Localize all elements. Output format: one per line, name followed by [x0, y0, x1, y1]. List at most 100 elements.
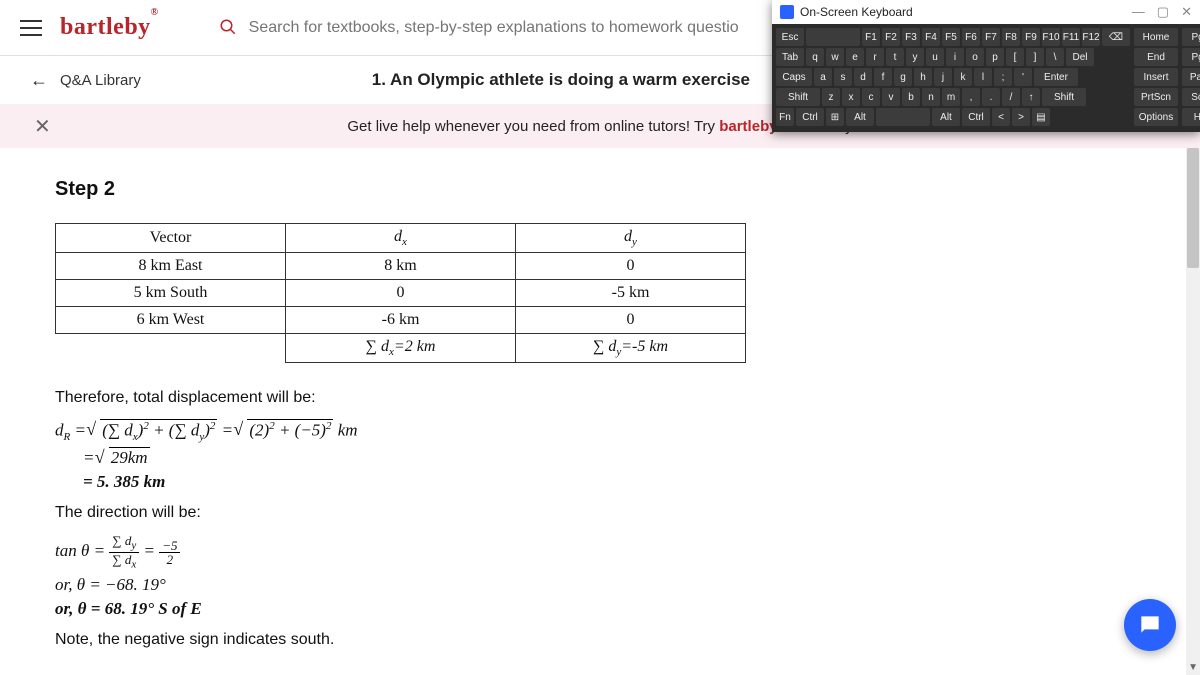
page-title: 1. An Olympic athlete is doing a warm ex…	[372, 70, 750, 90]
key->[interactable]: >	[1012, 108, 1030, 126]
key-f3[interactable]: F3	[902, 28, 920, 46]
key-help[interactable]: Help	[1182, 108, 1200, 126]
key-caps[interactable]: Caps	[776, 68, 812, 86]
key-\[interactable]: \	[1046, 48, 1064, 66]
key-b[interactable]: b	[902, 88, 920, 106]
key-shift[interactable]: Shift	[1042, 88, 1086, 106]
key-<[interactable]: <	[992, 108, 1010, 126]
key-alt[interactable]: Alt	[932, 108, 960, 126]
key-shift[interactable]: Shift	[776, 88, 820, 106]
key-'[interactable]: '	[1014, 68, 1032, 86]
table-cell: -6 km	[286, 307, 516, 334]
key-esc[interactable]: Esc	[776, 28, 804, 46]
key-pgdn[interactable]: PgDn	[1182, 48, 1200, 66]
key-,[interactable]: ,	[962, 88, 980, 106]
key-ctrl[interactable]: Ctrl	[796, 108, 824, 126]
key-ctrl[interactable]: Ctrl	[962, 108, 990, 126]
key-▤[interactable]: ▤	[1032, 108, 1050, 126]
key-home[interactable]: Home	[1134, 28, 1178, 46]
key-blank[interactable]	[876, 108, 930, 126]
maximize-button[interactable]: ▢	[1157, 4, 1169, 20]
key-j[interactable]: j	[934, 68, 952, 86]
table-head: dx	[286, 224, 516, 253]
key-f11[interactable]: F11	[1062, 28, 1080, 46]
key-f7[interactable]: F7	[982, 28, 1000, 46]
hamburger-menu[interactable]	[20, 20, 42, 36]
key-enter[interactable]: Enter	[1034, 68, 1078, 86]
key-c[interactable]: c	[862, 88, 880, 106]
key-f4[interactable]: F4	[922, 28, 940, 46]
key-w[interactable]: w	[826, 48, 844, 66]
key-f5[interactable]: F5	[942, 28, 960, 46]
key-a[interactable]: a	[814, 68, 832, 86]
key-prtscn[interactable]: PrtScn	[1134, 88, 1178, 106]
key-e[interactable]: e	[846, 48, 864, 66]
minimize-button[interactable]: —	[1132, 4, 1145, 20]
key-f10[interactable]: F10	[1042, 28, 1060, 46]
key-x[interactable]: x	[842, 88, 860, 106]
scroll-thumb[interactable]	[1187, 148, 1199, 268]
key-][interactable]: ]	[1026, 48, 1044, 66]
back-arrow-icon[interactable]: ←	[30, 70, 48, 91]
key-v[interactable]: v	[882, 88, 900, 106]
key-u[interactable]: u	[926, 48, 944, 66]
key-l[interactable]: l	[974, 68, 992, 86]
breadcrumb[interactable]: Q&A Library	[60, 72, 141, 89]
key-f2[interactable]: F2	[882, 28, 900, 46]
key-s[interactable]: s	[834, 68, 852, 86]
close-button[interactable]: ✕	[1181, 4, 1192, 20]
key-tab[interactable]: Tab	[776, 48, 804, 66]
key-d[interactable]: d	[854, 68, 872, 86]
key-alt[interactable]: Alt	[846, 108, 874, 126]
key-f12[interactable]: F12	[1082, 28, 1100, 46]
key-.[interactable]: .	[982, 88, 1000, 106]
key-n[interactable]: n	[922, 88, 940, 106]
equation-result: or, θ = 68. 19° S of E	[55, 599, 1145, 619]
key-y[interactable]: y	[906, 48, 924, 66]
table-sum: ∑ dy=-5 km	[516, 334, 746, 363]
chat-fab[interactable]	[1124, 599, 1176, 651]
key-;[interactable]: ;	[994, 68, 1012, 86]
key-m[interactable]: m	[942, 88, 960, 106]
key-⌫[interactable]: ⌫	[1102, 28, 1130, 46]
key-options[interactable]: Options	[1134, 108, 1178, 126]
key-/[interactable]: /	[1002, 88, 1020, 106]
key-p[interactable]: p	[986, 48, 1004, 66]
key-pgup[interactable]: PgUp	[1182, 28, 1200, 46]
key-end[interactable]: End	[1134, 48, 1178, 66]
key-f6[interactable]: F6	[962, 28, 980, 46]
paragraph: Therefore, total displacement will be:	[55, 389, 1145, 407]
key-⊞[interactable]: ⊞	[826, 108, 844, 126]
key-f1[interactable]: F1	[862, 28, 880, 46]
key-q[interactable]: q	[806, 48, 824, 66]
table-cell: 0	[286, 280, 516, 307]
table-cell: 0	[516, 253, 746, 280]
on-screen-keyboard[interactable]: On-Screen Keyboard — ▢ ✕ EscF1F2F3F4F5F6…	[772, 0, 1200, 132]
key-fn[interactable]: Fn	[776, 108, 794, 126]
key-blank[interactable]	[806, 28, 860, 46]
key-f8[interactable]: F8	[1002, 28, 1020, 46]
key-t[interactable]: t	[886, 48, 904, 66]
key-o[interactable]: o	[966, 48, 984, 66]
key-pause[interactable]: Pause	[1182, 68, 1200, 86]
key-k[interactable]: k	[954, 68, 972, 86]
key-i[interactable]: i	[946, 48, 964, 66]
paragraph: Note, the negative sign indicates south.	[55, 631, 1145, 649]
key-scrlk[interactable]: ScrLk	[1182, 88, 1200, 106]
key-f[interactable]: f	[874, 68, 892, 86]
key-insert[interactable]: Insert	[1134, 68, 1178, 86]
key-[[interactable]: [	[1006, 48, 1024, 66]
close-icon[interactable]: ✕	[34, 114, 51, 139]
brand-logo[interactable]: bartleby®	[60, 14, 159, 41]
key-h[interactable]: h	[914, 68, 932, 86]
key-z[interactable]: z	[822, 88, 840, 106]
paragraph: The direction will be:	[55, 504, 1145, 522]
key-↑[interactable]: ↑	[1022, 88, 1040, 106]
key-f9[interactable]: F9	[1022, 28, 1040, 46]
key-r[interactable]: r	[866, 48, 884, 66]
scroll-down-icon[interactable]: ▼	[1188, 662, 1198, 673]
key-del[interactable]: Del	[1066, 48, 1094, 66]
scrollbar[interactable]: ▲ ▼	[1186, 148, 1200, 675]
key-g[interactable]: g	[894, 68, 912, 86]
equation: dR = (∑ dx)2 + (∑ dy)2 = (2)2 + (−5)2 km	[55, 419, 1145, 443]
